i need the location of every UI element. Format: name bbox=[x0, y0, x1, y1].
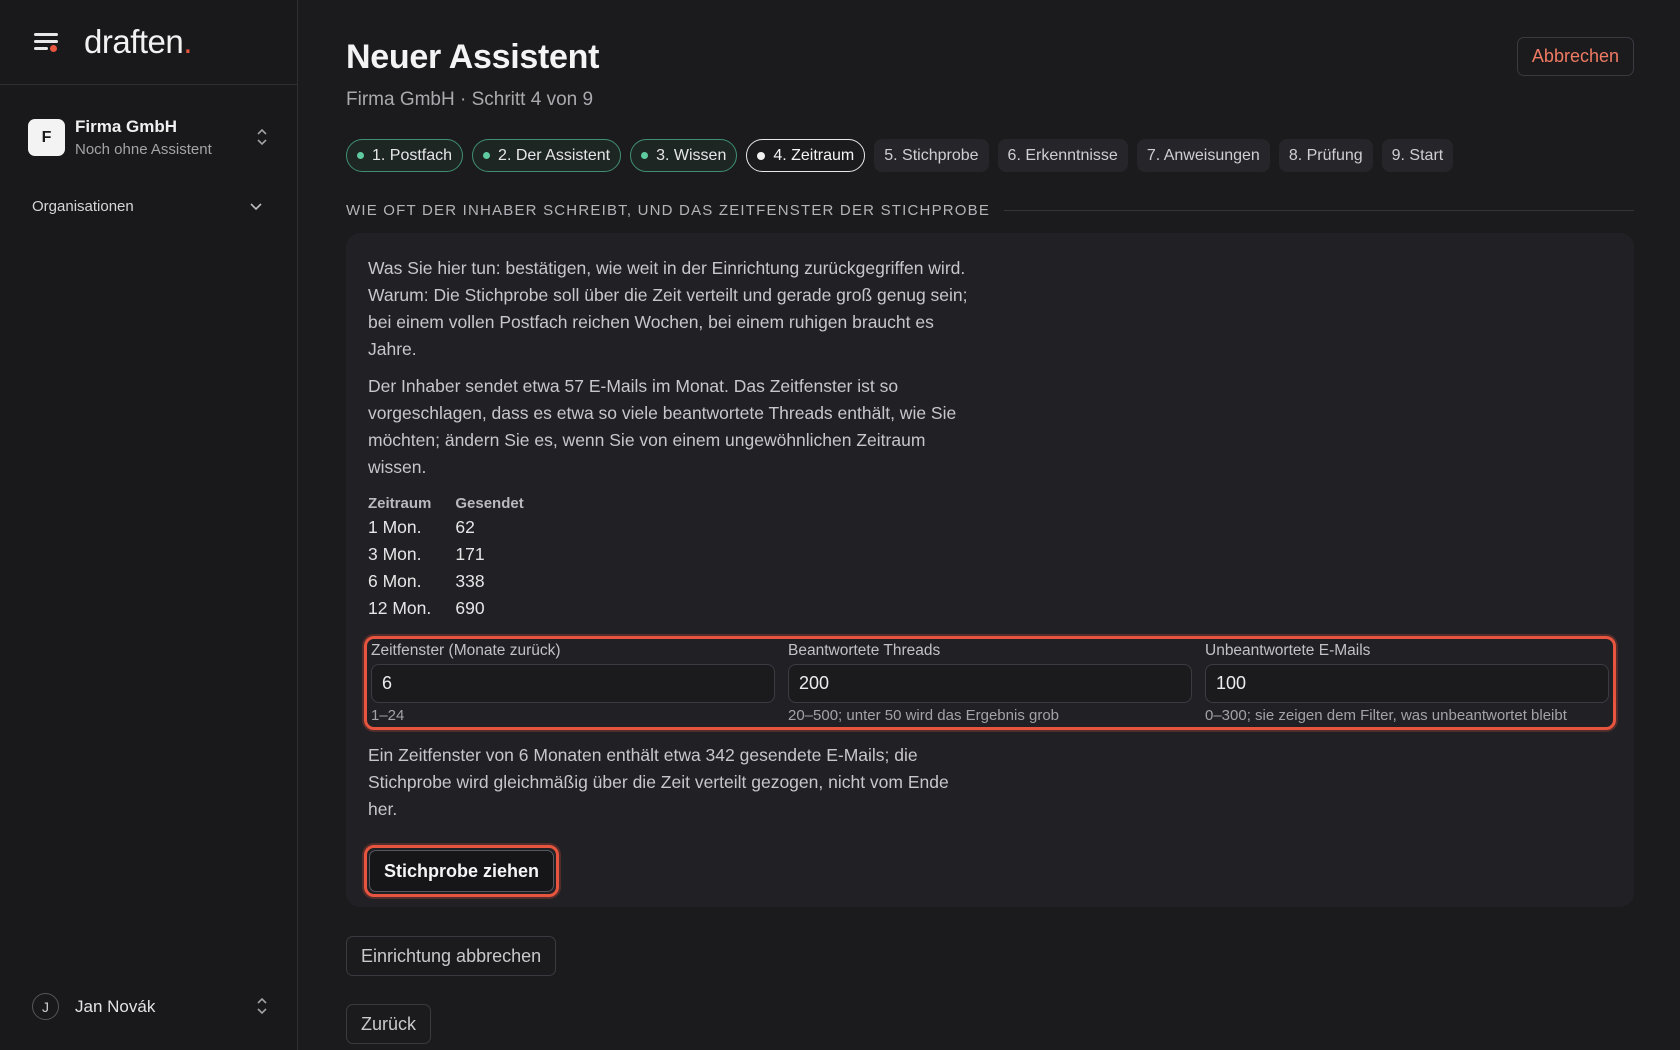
unanswered-field-hint: 0–300; sie zeigen dem Filter, was unbean… bbox=[1205, 707, 1567, 724]
intro-text: Was Sie hier tun: bestätigen, wie weit i… bbox=[368, 258, 968, 359]
answered-field-hint: 20–500; unter 50 wird das Ergebnis grob bbox=[788, 707, 1060, 724]
chevron-up-down-icon bbox=[255, 127, 269, 148]
window-field: Zeitfenster (Monate zurück) 1–24 bbox=[371, 639, 775, 727]
period-cell: 3 Mon. bbox=[368, 544, 422, 564]
current-dot-icon bbox=[757, 151, 766, 160]
summary-text: Ein Zeitfenster von 6 Monaten enthält et… bbox=[368, 745, 949, 819]
period-cell: 12 Mon. bbox=[368, 598, 432, 618]
step-label: 4. Zeitraum bbox=[773, 146, 855, 164]
org-switcher[interactable]: F Firma GmbH Noch ohne Assistent bbox=[28, 117, 269, 158]
table-row: 1 Mon. 62 bbox=[368, 514, 548, 541]
step-label: 6. Erkenntnisse bbox=[1007, 146, 1118, 164]
step-label: 5. Stichprobe bbox=[884, 146, 979, 164]
step-tab[interactable]: 6. Erkenntnisse bbox=[997, 139, 1128, 172]
org-subtitle: Noch ohne Assistent bbox=[75, 141, 212, 158]
answered-field: Beantwortete Threads 20–500; unter 50 wi… bbox=[788, 639, 1192, 727]
main-content: Neuer Assistent Firma GmbH · Schritt 4 v… bbox=[346, 0, 1634, 1044]
status-dot-icon bbox=[483, 152, 491, 159]
primary-button-highlight: Stichprobe ziehen bbox=[364, 845, 560, 897]
step-navigation: 1. Postfach 2. Der Assistent 3. Wissen 4. Z… bbox=[346, 139, 1634, 172]
step-tab[interactable]: 8. Prüfung bbox=[1278, 139, 1373, 172]
status-dot-icon bbox=[641, 152, 649, 159]
user-avatar: J bbox=[32, 993, 59, 1020]
unanswered-field: Unbeantwortete E-Mails 0–300; sie zeigen… bbox=[1205, 639, 1609, 727]
column-header: Zeitraum bbox=[368, 495, 432, 512]
window-field-label: Zeitfenster (Monate zurück) bbox=[371, 642, 561, 659]
period-card: Was Sie hier tun: bestätigen, wie weit i… bbox=[346, 233, 1634, 907]
step-label: 8. Prüfung bbox=[1288, 146, 1363, 164]
status-dot-icon bbox=[357, 152, 364, 159]
user-menu[interactable]: J Jan Novák bbox=[32, 993, 269, 1020]
brand-logo: draften. bbox=[84, 23, 192, 60]
step-label: 9. Start bbox=[1391, 146, 1444, 164]
sent-cell: 338 bbox=[455, 571, 485, 591]
user-name: Jan Novák bbox=[75, 996, 156, 1016]
volume-note: Der Inhaber sendet etwa 57 E-Mails im Mo… bbox=[368, 376, 957, 477]
step-label: 3. Wissen bbox=[656, 146, 727, 164]
step-tab[interactable]: 2. Der Assistent bbox=[472, 139, 622, 172]
nav-group-organisationen[interactable]: Organisationen bbox=[32, 198, 263, 215]
table-row: 6 Mon. 338 bbox=[368, 568, 548, 595]
draw-sample-button[interactable]: Stichprobe ziehen bbox=[369, 850, 555, 892]
column-header: Gesendet bbox=[455, 495, 524, 512]
cancel-button[interactable]: Abbrechen bbox=[1516, 37, 1634, 76]
step-label: 7. Anweisungen bbox=[1146, 146, 1260, 164]
sidebar: draften. F Firma GmbH Noch ohne Assisten… bbox=[0, 0, 298, 1050]
menu-icon[interactable] bbox=[32, 31, 60, 53]
unanswered-field-label: Unbeantwortete E-Mails bbox=[1205, 642, 1371, 659]
sent-cell: 690 bbox=[455, 598, 485, 618]
abort-setup-button[interactable]: Einrichtung abbrechen bbox=[346, 936, 557, 976]
section-divider bbox=[1004, 210, 1634, 211]
section-header: WIE OFT DER INHABER SCHREIBT, UND DAS ZE… bbox=[346, 202, 1634, 219]
window-months-input[interactable] bbox=[371, 664, 775, 703]
step-label: 1. Postfach bbox=[372, 146, 453, 164]
period-cell: 1 Mon. bbox=[368, 517, 422, 537]
org-name: Firma GmbH bbox=[75, 117, 178, 136]
section-heading: WIE OFT DER INHABER SCHREIBT, UND DAS ZE… bbox=[346, 202, 991, 219]
sent-cell: 171 bbox=[455, 544, 485, 564]
org-avatar: F bbox=[28, 119, 65, 156]
sent-cell: 62 bbox=[455, 517, 475, 537]
page-subtitle: Firma GmbH · Schritt 4 von 9 bbox=[346, 89, 594, 110]
chevron-down-icon bbox=[249, 198, 263, 215]
volume-table: Zeitraum Gesendet 1 Mon. 62 3 Mon. 171 6… bbox=[368, 495, 548, 622]
step-tab[interactable]: 1. Postfach bbox=[346, 139, 464, 172]
brand-bar: draften. bbox=[0, 0, 297, 85]
back-button[interactable]: Zurück bbox=[346, 1004, 432, 1044]
step-tab[interactable]: 9. Start bbox=[1381, 139, 1454, 172]
table-header-row: Zeitraum Gesendet bbox=[368, 495, 548, 514]
sample-settings-fields: Zeitfenster (Monate zurück) 1–24 Beantwo… bbox=[364, 636, 1616, 730]
period-cell: 6 Mon. bbox=[368, 571, 422, 591]
answered-threads-input[interactable] bbox=[788, 664, 1192, 703]
step-tab[interactable]: 5. Stichprobe bbox=[874, 139, 989, 172]
page-title: Neuer Assistent bbox=[346, 38, 600, 76]
window-field-hint: 1–24 bbox=[371, 707, 405, 724]
nav-group-label: Organisationen bbox=[32, 198, 134, 215]
table-row: 12 Mon. 690 bbox=[368, 595, 548, 622]
answered-field-label: Beantwortete Threads bbox=[788, 642, 941, 659]
chevron-up-down-icon bbox=[255, 996, 269, 1017]
table-row: 3 Mon. 171 bbox=[368, 541, 548, 568]
step-tab[interactable]: 3. Wissen bbox=[630, 139, 738, 172]
step-tab[interactable]: 4. Zeitraum bbox=[746, 139, 866, 172]
step-tab[interactable]: 7. Anweisungen bbox=[1136, 139, 1270, 172]
unanswered-emails-input[interactable] bbox=[1205, 664, 1609, 703]
step-label: 2. Der Assistent bbox=[498, 146, 611, 164]
